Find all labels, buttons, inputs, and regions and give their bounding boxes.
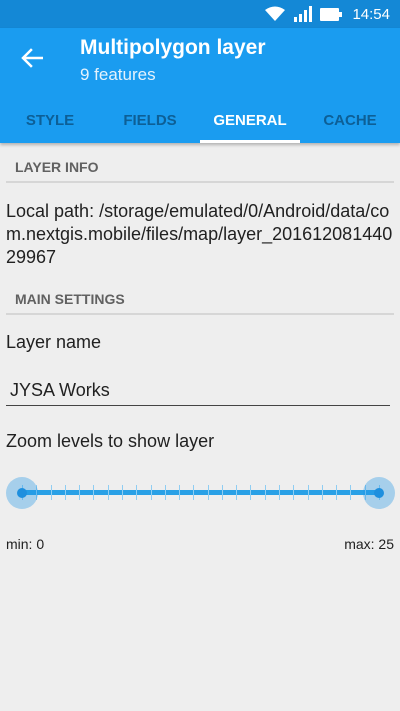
zoom-range-slider[interactable] bbox=[6, 476, 395, 510]
slider-tick bbox=[121, 485, 123, 500]
slider-tick bbox=[136, 485, 138, 500]
layer-name-label: Layer name bbox=[6, 332, 102, 352]
slider-max-thumb[interactable] bbox=[363, 477, 395, 509]
back-button[interactable] bbox=[12, 40, 52, 80]
slider-tick bbox=[64, 485, 66, 500]
tab-general[interactable]: GENERAL bbox=[200, 98, 300, 143]
slider-tick bbox=[321, 485, 323, 500]
slider-tick bbox=[221, 485, 223, 500]
battery-icon bbox=[320, 7, 343, 21]
tab-style[interactable]: STYLE bbox=[0, 98, 100, 143]
app-bar: Multipolygon layer 9 features STYLE FIEL… bbox=[0, 28, 400, 143]
arrow-back-icon bbox=[21, 47, 44, 73]
slider-tick bbox=[307, 485, 309, 500]
zoom-min-text: min: 0 bbox=[6, 536, 45, 552]
slider-min-thumb[interactable] bbox=[6, 477, 38, 509]
layer-info-header: LAYER INFO bbox=[6, 159, 394, 183]
slider-tick bbox=[179, 485, 181, 500]
page-subtitle: 9 features bbox=[80, 65, 156, 84]
slider-tick bbox=[264, 485, 266, 500]
layer-name-input[interactable] bbox=[6, 376, 390, 406]
signal-icon bbox=[294, 6, 313, 22]
slider-tick bbox=[207, 485, 209, 500]
slider-tick bbox=[250, 485, 252, 500]
slider-tick bbox=[150, 485, 152, 500]
tab-bar: STYLE FIELDS GENERAL CACHE bbox=[0, 98, 400, 143]
slider-tick bbox=[107, 485, 109, 500]
slider-tick bbox=[279, 485, 281, 500]
slider-tick bbox=[350, 485, 352, 500]
main-settings-header: MAIN SETTINGS bbox=[6, 291, 394, 315]
tab-cache[interactable]: CACHE bbox=[300, 98, 400, 143]
slider-tick bbox=[193, 485, 195, 500]
status-bar: 14:54 bbox=[0, 0, 400, 28]
slider-tick bbox=[236, 485, 238, 500]
page-title: Multipolygon layer bbox=[80, 36, 266, 59]
local-path-text: Local path: /storage/emulated/0/Android/… bbox=[6, 201, 393, 267]
slider-tick bbox=[293, 485, 295, 500]
slider-ticks bbox=[22, 485, 380, 500]
zoom-levels-label: Zoom levels to show layer bbox=[6, 431, 215, 451]
slider-tick bbox=[336, 485, 338, 500]
slider-tick bbox=[93, 485, 95, 500]
wifi-icon bbox=[264, 6, 286, 22]
tab-fields[interactable]: FIELDS bbox=[100, 98, 200, 143]
slider-tick bbox=[50, 485, 52, 500]
status-time: 14:54 bbox=[352, 5, 390, 23]
zoom-max-text: max: 25 bbox=[344, 536, 394, 552]
slider-tick bbox=[164, 485, 166, 500]
slider-tick bbox=[79, 485, 81, 500]
